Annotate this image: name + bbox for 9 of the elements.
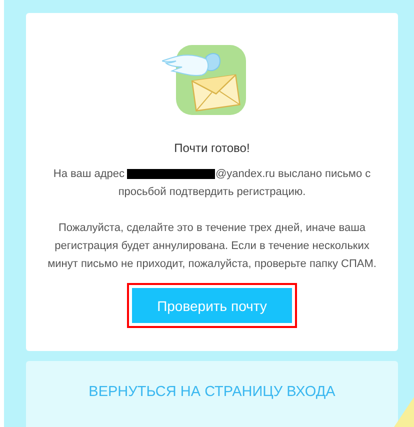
corner-decoration-icon bbox=[394, 397, 414, 427]
message-text: просьбой подтвердить регистрацию. bbox=[118, 185, 306, 200]
message-text: @yandex.ru выслано письмо с bbox=[215, 167, 371, 182]
winged-envelope-icon bbox=[162, 45, 248, 117]
message-text: На ваш адрес bbox=[53, 167, 124, 182]
check-mail-button[interactable]: Проверить почту bbox=[132, 288, 292, 323]
back-to-login-link[interactable]: ВЕРНУТЬСЯ НА СТРАНИЦУ ВХОДА bbox=[88, 383, 336, 427]
notice-text: Пожалуйста, сделайте это в течение трех дней, иначе ваша регистрация будет аннулирована. Если в течение нескольких минут письмо не приходит, пожалуйста, проверьте папку СПАМ. bbox=[46, 221, 378, 272]
heading: Почти готово! bbox=[174, 141, 250, 155]
